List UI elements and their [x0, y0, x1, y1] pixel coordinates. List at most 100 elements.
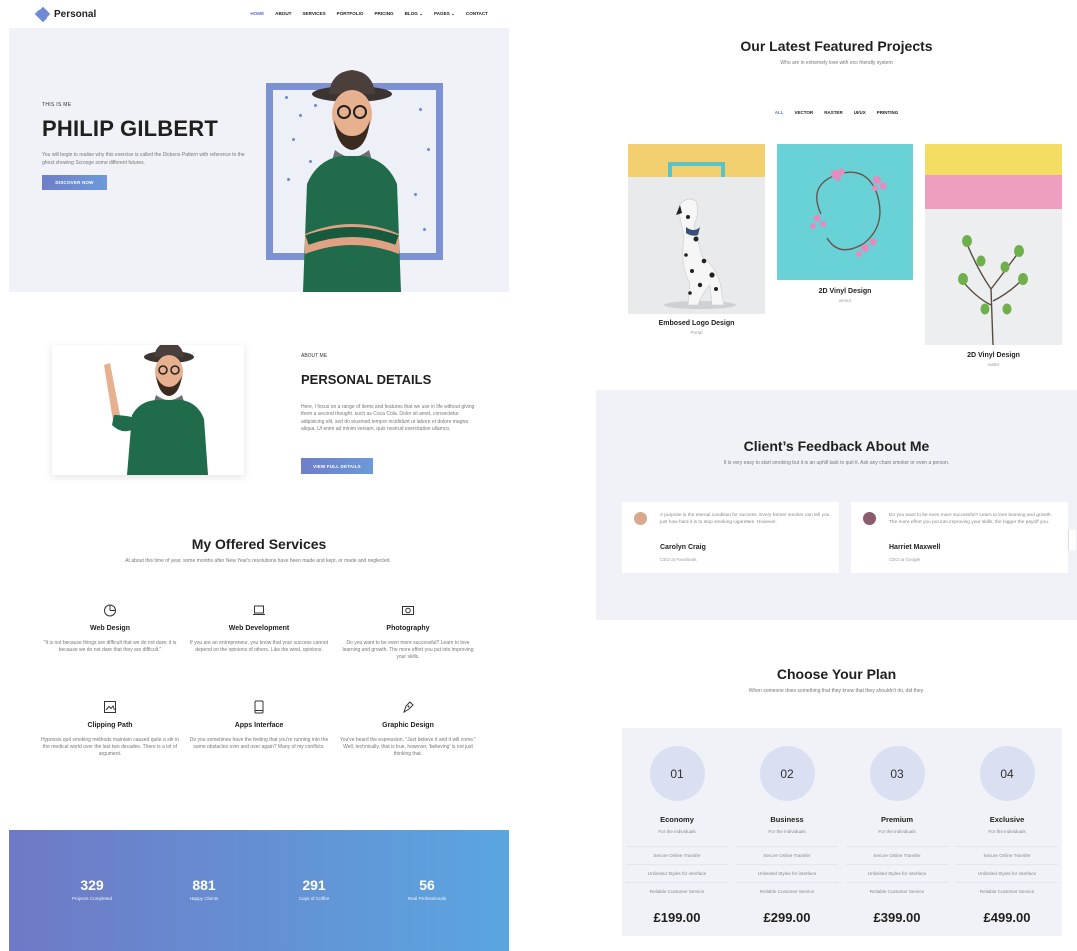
- avatar: [634, 512, 647, 525]
- filter-vector[interactable]: VECTOR: [795, 110, 814, 115]
- filter-all[interactable]: ALL: [775, 110, 784, 115]
- plan-feature: Secure Online Transfer: [736, 846, 838, 864]
- nav-item-about[interactable]: ABOUT: [275, 11, 291, 17]
- testimonial-role: CEO at Google: [889, 557, 921, 562]
- nav-item-pages[interactable]: PAGES ⌄: [434, 11, 455, 17]
- about-portrait-image: [104, 345, 208, 475]
- about-image: [52, 345, 244, 475]
- stat-label: Projects Completed: [71, 896, 113, 901]
- project-image-dog[interactable]: [628, 177, 765, 314]
- plan-features: Secure Online Transfer Unlimited Styles …: [952, 846, 1062, 900]
- laptop-icon: [253, 605, 265, 615]
- plan-economy: 01 Economy For the individuals Secure On…: [622, 728, 732, 925]
- plan-feature: Unlimited Styles for interface: [956, 864, 1058, 882]
- plan-audience: For the individuals: [988, 829, 1026, 834]
- plan-number: 02: [759, 746, 815, 801]
- flower-wreath-image: [810, 168, 887, 257]
- plan-feature: Unlimited Styles for interface: [736, 864, 838, 882]
- nav-item-contact[interactable]: CONTACT: [466, 11, 488, 17]
- image-icon: [104, 701, 116, 713]
- hero-description: You will begin to realise why this exerc…: [42, 152, 245, 166]
- project-image-branch[interactable]: [925, 209, 1062, 345]
- hero-section: THIS IS ME PHILIP GILBERT You will begin…: [9, 28, 509, 292]
- plan-number: 04: [979, 746, 1035, 801]
- service-web-development: Web Development If you are an entreprene…: [189, 603, 329, 654]
- projects-title: Our Latest Featured Projects: [740, 38, 933, 54]
- testimonial-text: Do you want to be even more successful? …: [889, 513, 1052, 525]
- nav-item-pricing[interactable]: PRICING: [374, 11, 393, 17]
- plan-feature: Unlimited Styles for interface: [626, 864, 728, 882]
- project-image-yellow[interactable]: [628, 144, 765, 179]
- plan-name: Business: [770, 815, 804, 824]
- services-title: My Offered Services: [191, 536, 327, 552]
- testimonial-card: A purpose is the eternal condition for s…: [622, 502, 839, 573]
- plan-feature: Unlimited Styles for interface: [846, 864, 948, 882]
- service-apps-interface: Apps Interface Do you sometimes have the…: [189, 700, 329, 751]
- project-image-flowers[interactable]: [777, 144, 913, 280]
- filter-raster[interactable]: RASTER: [824, 110, 843, 115]
- main-menu: HOME ABOUT SERVICES PORTFOLIO PRICING BL…: [250, 11, 488, 17]
- project-title[interactable]: Embosed Logo Design: [628, 320, 765, 327]
- nav-item-home[interactable]: HOME: [250, 11, 264, 17]
- nav-item-portfolio[interactable]: PORTFOLIO: [337, 11, 364, 17]
- plan-feature: Reliable Customer Service: [626, 882, 728, 900]
- plan-price: £299.00: [763, 910, 811, 925]
- plan-number: 03: [869, 746, 925, 801]
- pen-nib-icon: [403, 701, 414, 714]
- stat-coffee: 291 Cups of Coffee: [264, 877, 364, 901]
- filter-uiux[interactable]: UI/UX: [854, 110, 866, 115]
- pricing-section: 01 Economy For the individuals Secure On…: [622, 728, 1062, 936]
- plan-feature: Reliable Customer Service: [956, 882, 1058, 900]
- branch-eggs-image: [958, 235, 1028, 345]
- feedback-subtitle: It is very easy to start smoking but it …: [723, 460, 950, 466]
- service-title: Web Design: [90, 625, 130, 632]
- plan-audience: For the individuals: [878, 829, 916, 834]
- feedback-section: Client’s Feedback About Me It is very ea…: [596, 390, 1077, 620]
- plan-audience: For the individuals: [768, 829, 806, 834]
- about-title: PERSONAL DETAILS: [301, 372, 432, 387]
- hero-eyebrow: THIS IS ME: [42, 102, 72, 108]
- stat-clients: 881 Happy Clients: [154, 877, 254, 901]
- project-image-yellow-2[interactable]: [925, 144, 1062, 179]
- avatar: [863, 512, 876, 525]
- left-page-screenshot: Personal HOME ABOUT SERVICES PORTFOLIO P…: [0, 0, 518, 951]
- filter-printing[interactable]: PRINTING: [877, 110, 899, 115]
- nav-item-services[interactable]: SERVICES: [302, 11, 325, 17]
- nav-item-blog[interactable]: BLOG ⌄: [405, 11, 423, 17]
- pie-chart-icon: [104, 604, 116, 617]
- project-category: raster: [987, 362, 1000, 367]
- service-text: "It is not because things are difficult …: [43, 640, 177, 654]
- view-full-details-button[interactable]: VIEW FULL DETAILS: [301, 458, 373, 474]
- plan-feature: Secure Online Transfer: [626, 846, 728, 864]
- carousel-next-handle[interactable]: [1068, 530, 1076, 550]
- plan-name: Economy: [660, 815, 694, 824]
- service-text: Do you want to be even more successful? …: [342, 640, 474, 661]
- hero-title: PHILIP GILBERT: [42, 116, 218, 141]
- service-title: Apps Interface: [234, 722, 284, 729]
- plan-name: Exclusive: [989, 815, 1025, 824]
- brand-name: Personal: [54, 8, 97, 20]
- camera-icon: [402, 606, 414, 615]
- service-graphic-design: Graphic Design You've heard the expressi…: [338, 700, 478, 759]
- plan-price: £199.00: [653, 910, 701, 925]
- plan-name: Premium: [880, 815, 914, 824]
- project-title[interactable]: 2D Vinyl Design: [777, 288, 913, 295]
- plan-feature: Secure Online Transfer: [956, 846, 1058, 864]
- services-subtitle: At about this time of year, some months …: [125, 558, 391, 564]
- projects-subtitle: Who are in extremely love with eco frien…: [780, 60, 893, 66]
- project-title[interactable]: 2D Vinyl Design: [925, 352, 1062, 359]
- plan-feature: Secure Online Transfer: [846, 846, 948, 864]
- service-text: Hypnosis quit smoking methods maintain c…: [40, 737, 180, 758]
- service-text: You've heard the expression, "Just belie…: [339, 737, 477, 758]
- plan-feature: Reliable Customer Service: [736, 882, 838, 900]
- tablet-icon: [254, 700, 264, 714]
- stat-value: 881: [192, 877, 216, 893]
- service-title: Web Development: [228, 625, 290, 632]
- about-description: Here, I focus on a range of items and fe…: [301, 404, 475, 432]
- decor-dot: [427, 148, 430, 151]
- discover-now-button[interactable]: DISCOVER NOW: [42, 175, 107, 190]
- brand-logo[interactable]: Personal: [34, 6, 97, 22]
- plan-exclusive: 04 Exclusive For the individuals Secure …: [952, 728, 1062, 925]
- testimonial-card: Do you want to be even more successful? …: [851, 502, 1068, 573]
- service-title: Graphic Design: [382, 722, 434, 729]
